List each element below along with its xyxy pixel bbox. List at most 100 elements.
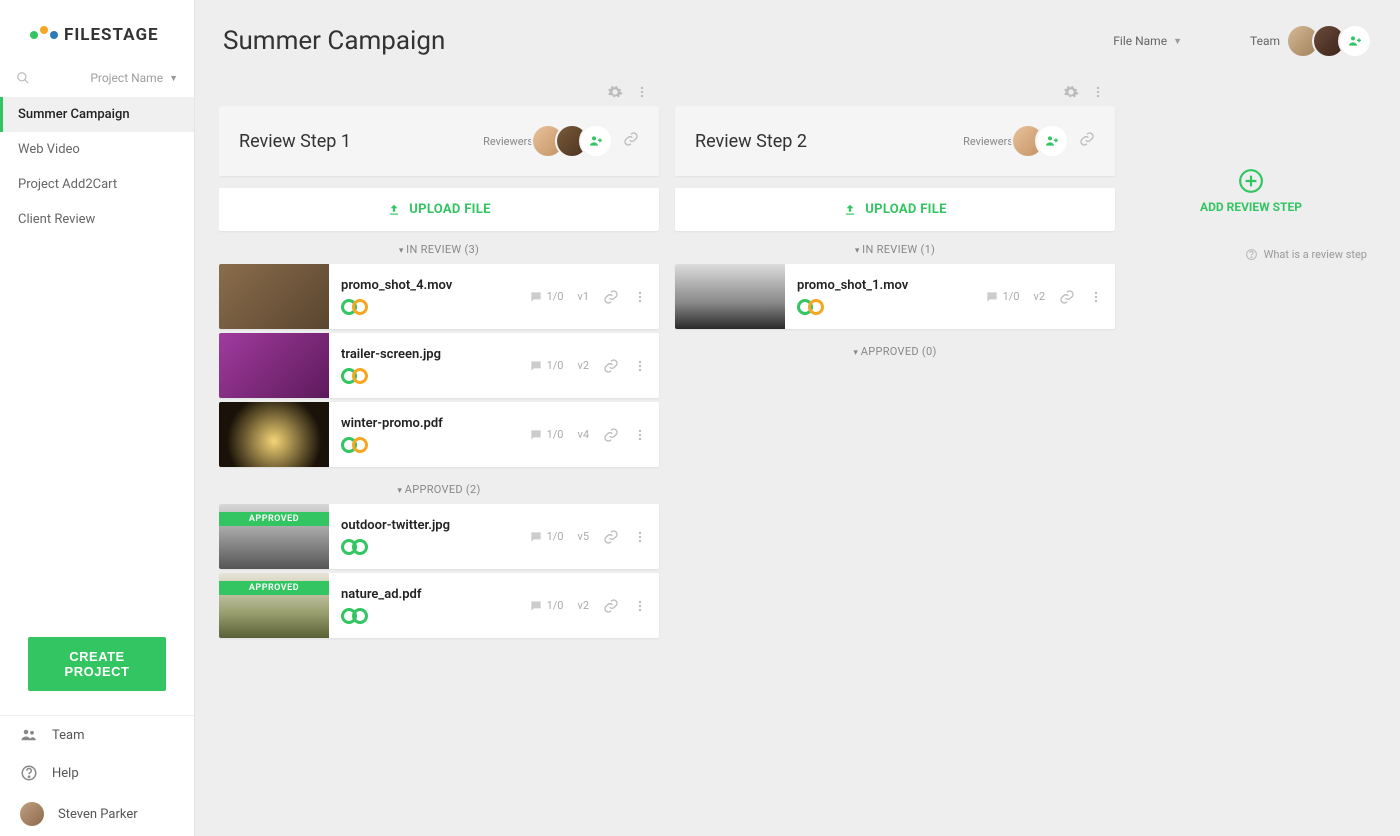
step-more-button[interactable] — [635, 84, 649, 100]
sidebar-project-item[interactable]: Web Video — [0, 132, 194, 167]
reviewers-label: Reviewers — [963, 135, 1013, 148]
review-step-column: Review Step 2 Reviewers UPLOAD FILE IN R… — [675, 80, 1115, 642]
file-name: promo_shot_1.mov — [797, 278, 973, 293]
file-name: outdoor-twitter.jpg — [341, 518, 517, 533]
upload-file-button[interactable]: UPLOAD FILE — [219, 188, 659, 231]
step-settings-button[interactable] — [607, 84, 623, 100]
comments-count[interactable]: 1/0 — [985, 290, 1020, 304]
comment-icon — [529, 428, 543, 442]
file-name: winter-promo.pdf — [341, 416, 517, 431]
file-more-button[interactable] — [633, 359, 647, 373]
file-thumbnail: APPROVED — [219, 504, 329, 569]
file-more-button[interactable] — [633, 530, 647, 544]
comments-count[interactable]: 1/0 — [529, 599, 564, 613]
file-card[interactable]: promo_shot_1.mov 1/0 v2 — [675, 264, 1115, 329]
file-group-label[interactable]: IN REVIEW (3) — [219, 231, 659, 264]
version-label[interactable]: v2 — [1033, 290, 1045, 303]
search-icon[interactable] — [16, 71, 30, 85]
file-card[interactable]: trailer-screen.jpg 1/0 v2 — [219, 333, 659, 398]
file-more-button[interactable] — [633, 428, 647, 442]
version-label[interactable]: v5 — [577, 530, 589, 543]
project-list: Summer CampaignWeb VideoProject Add2Cart… — [0, 97, 194, 237]
team-avatars — [1294, 24, 1372, 58]
file-link-button[interactable] — [603, 427, 619, 443]
step-link-button[interactable] — [1079, 131, 1095, 151]
project-sort-label: Project Name — [90, 71, 163, 85]
status-indicator — [797, 299, 973, 315]
chevron-down-icon: ▼ — [1173, 36, 1182, 47]
step-header: Review Step 2 Reviewers — [675, 106, 1115, 176]
logo-dots-icon — [30, 31, 58, 39]
comments-count[interactable]: 1/0 — [529, 359, 564, 373]
main-content: Summer Campaign File Name ▼ Team — [195, 0, 1400, 836]
version-label[interactable]: v2 — [577, 359, 589, 372]
file-card[interactable]: winter-promo.pdf 1/0 v4 — [219, 402, 659, 467]
status-indicator — [341, 437, 517, 453]
file-name: trailer-screen.jpg — [341, 347, 517, 362]
file-thumbnail — [219, 333, 329, 398]
status-indicator — [341, 368, 517, 384]
add-reviewer-button[interactable] — [1035, 124, 1069, 158]
sidebar-user-link[interactable]: Steven Parker — [0, 792, 194, 836]
file-group-label[interactable]: APPROVED (0) — [675, 333, 1115, 366]
team-label: Team — [1250, 34, 1280, 48]
comments-count[interactable]: 1/0 — [529, 428, 564, 442]
review-step-column: Review Step 1 Reviewers UPLOAD FILE IN R… — [219, 80, 659, 642]
comment-icon — [529, 599, 543, 613]
file-more-button[interactable] — [1089, 290, 1103, 304]
add-team-member-button[interactable] — [1338, 24, 1372, 58]
version-label[interactable]: v2 — [577, 599, 589, 612]
reviewers-label: Reviewers — [483, 135, 533, 148]
sidebar-help-link[interactable]: Help — [0, 754, 194, 792]
file-more-button[interactable] — [633, 290, 647, 304]
file-card[interactable]: promo_shot_4.mov 1/0 v1 — [219, 264, 659, 329]
file-card[interactable]: APPROVED outdoor-twitter.jpg 1/0 v5 — [219, 504, 659, 569]
sidebar-project-item[interactable]: Client Review — [0, 202, 194, 237]
what-is-review-step-link[interactable]: What is a review step — [1131, 234, 1371, 275]
upload-file-button[interactable]: UPLOAD FILE — [675, 188, 1115, 231]
sidebar-help-label: Help — [52, 766, 79, 781]
version-label[interactable]: v4 — [577, 428, 589, 441]
sidebar-team-link[interactable]: Team — [0, 716, 194, 754]
file-thumbnail: APPROVED — [219, 573, 329, 638]
comment-icon — [529, 530, 543, 544]
file-card[interactable]: APPROVED nature_ad.pdf 1/0 v2 — [219, 573, 659, 638]
add-reviewer-button[interactable] — [579, 124, 613, 158]
version-label[interactable]: v1 — [577, 290, 589, 303]
file-link-button[interactable] — [603, 529, 619, 545]
brand-logo[interactable]: FILESTAGE — [0, 0, 194, 63]
project-sort-dropdown[interactable]: Project Name ▼ — [90, 71, 178, 85]
file-group-label[interactable]: APPROVED (2) — [219, 471, 659, 504]
step-link-button[interactable] — [623, 131, 639, 151]
file-link-button[interactable] — [603, 358, 619, 374]
file-link-button[interactable] — [603, 289, 619, 305]
step-settings-button[interactable] — [1063, 84, 1079, 100]
sidebar-project-item[interactable]: Summer Campaign — [0, 97, 194, 132]
file-thumbnail — [219, 402, 329, 467]
sidebar-project-item[interactable]: Project Add2Cart — [0, 167, 194, 202]
comments-count[interactable]: 1/0 — [529, 290, 564, 304]
add-review-step-button[interactable]: ADD REVIEW STEP — [1131, 138, 1371, 234]
comment-icon — [529, 359, 543, 373]
page-title: Summer Campaign — [223, 26, 1113, 56]
step-more-button[interactable] — [1091, 84, 1105, 100]
user-avatar — [20, 802, 44, 826]
brand-name: FILESTAGE — [64, 25, 159, 45]
file-link-button[interactable] — [603, 598, 619, 614]
status-indicator — [341, 539, 517, 555]
file-more-button[interactable] — [633, 599, 647, 613]
file-link-button[interactable] — [1059, 289, 1075, 305]
sidebar-team-label: Team — [52, 728, 85, 743]
file-thumbnail — [675, 264, 785, 329]
create-project-button[interactable]: CREATE PROJECT — [28, 637, 166, 691]
add-step-column: ADD REVIEW STEP What is a review step — [1131, 80, 1371, 642]
people-icon — [20, 726, 38, 744]
file-sort-label: File Name — [1113, 34, 1167, 48]
file-group-label[interactable]: IN REVIEW (1) — [675, 231, 1115, 264]
step-header: Review Step 1 Reviewers — [219, 106, 659, 176]
file-name: promo_shot_4.mov — [341, 278, 517, 293]
sidebar-user-name: Steven Parker — [58, 807, 138, 822]
page-header: Summer Campaign File Name ▼ Team — [195, 0, 1400, 80]
comments-count[interactable]: 1/0 — [529, 530, 564, 544]
file-sort-dropdown[interactable]: File Name ▼ — [1113, 34, 1182, 48]
